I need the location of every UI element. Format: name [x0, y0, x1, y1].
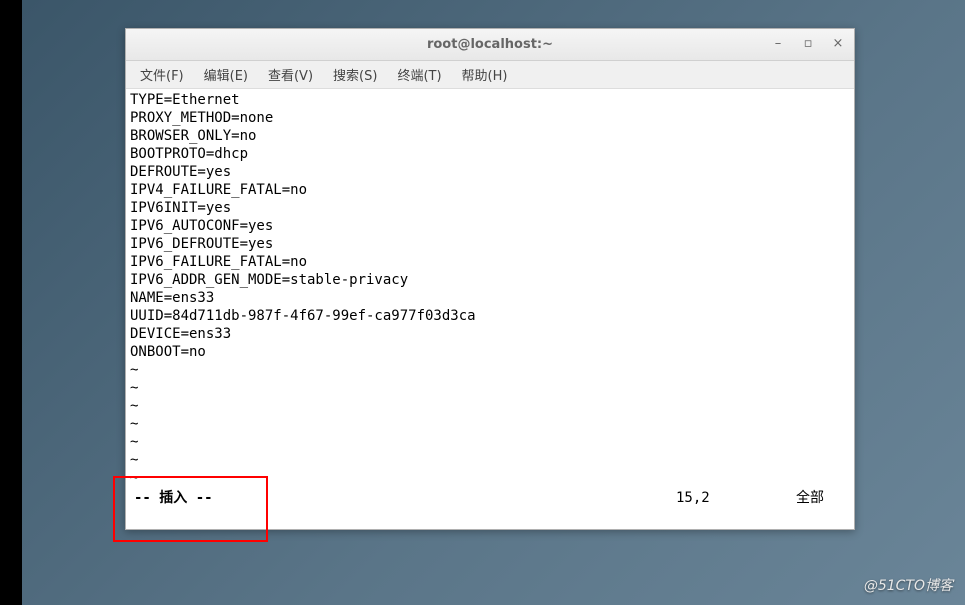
vim-scroll: 全部: [796, 489, 846, 507]
tilde-line: ~: [130, 397, 850, 415]
menu-terminal[interactable]: 终端(T): [389, 62, 449, 87]
config-line: IPV4_FAILURE_FATAL=no: [130, 181, 850, 199]
menu-help[interactable]: 帮助(H): [454, 62, 516, 87]
config-line: PROXY_METHOD=none: [130, 109, 850, 127]
vim-status-line: -- 插入 -- 15,2 全部: [130, 487, 850, 509]
menu-edit[interactable]: 编辑(E): [196, 62, 256, 87]
window-title: root@localhost:~: [126, 37, 854, 52]
tilde-line: ~: [130, 379, 850, 397]
config-line: TYPE=Ethernet: [130, 91, 850, 109]
terminal-window: root@localhost:~ – ▫ × 文件(F) 编辑(E) 查看(V)…: [125, 28, 855, 530]
tilde-line: ~: [130, 469, 850, 487]
tilde-line: ~: [130, 433, 850, 451]
menubar: 文件(F) 编辑(E) 查看(V) 搜索(S) 终端(T) 帮助(H): [126, 61, 854, 89]
config-line: IPV6_ADDR_GEN_MODE=stable-privacy: [130, 271, 850, 289]
menu-view[interactable]: 查看(V): [260, 62, 321, 87]
vim-cursor-position: 15,2: [676, 489, 796, 507]
tilde-line: ~: [130, 361, 850, 379]
menu-file[interactable]: 文件(F): [132, 62, 192, 87]
minimize-button[interactable]: –: [768, 33, 788, 53]
config-line: DEVICE=ens33: [130, 325, 850, 343]
terminal-body[interactable]: TYPE=Ethernet PROXY_METHOD=none BROWSER_…: [126, 89, 854, 529]
window-controls: – ▫ ×: [768, 33, 848, 53]
vim-mode: -- 插入 --: [134, 489, 676, 507]
config-line: UUID=84d711db-987f-4f67-99ef-ca977f03d3c…: [130, 307, 850, 325]
config-line: DEFROUTE=yes: [130, 163, 850, 181]
maximize-button[interactable]: ▫: [798, 33, 818, 53]
tilde-line: ~: [130, 451, 850, 469]
menu-search[interactable]: 搜索(S): [325, 62, 385, 87]
close-button[interactable]: ×: [828, 33, 848, 53]
config-line: IPV6_FAILURE_FATAL=no: [130, 253, 850, 271]
tilde-line: ~: [130, 415, 850, 433]
config-line: BOOTPROTO=dhcp: [130, 145, 850, 163]
config-line: IPV6INIT=yes: [130, 199, 850, 217]
left-black-band: [0, 0, 22, 605]
config-line: IPV6_DEFROUTE=yes: [130, 235, 850, 253]
config-line: ONBOOT=no: [130, 343, 850, 361]
tilde-lines: ~ ~ ~ ~ ~ ~ ~: [130, 361, 850, 487]
titlebar[interactable]: root@localhost:~ – ▫ ×: [126, 29, 854, 61]
config-line: NAME=ens33: [130, 289, 850, 307]
config-line: IPV6_AUTOCONF=yes: [130, 217, 850, 235]
watermark: @51CTO博客: [864, 575, 953, 595]
config-line: BROWSER_ONLY=no: [130, 127, 850, 145]
